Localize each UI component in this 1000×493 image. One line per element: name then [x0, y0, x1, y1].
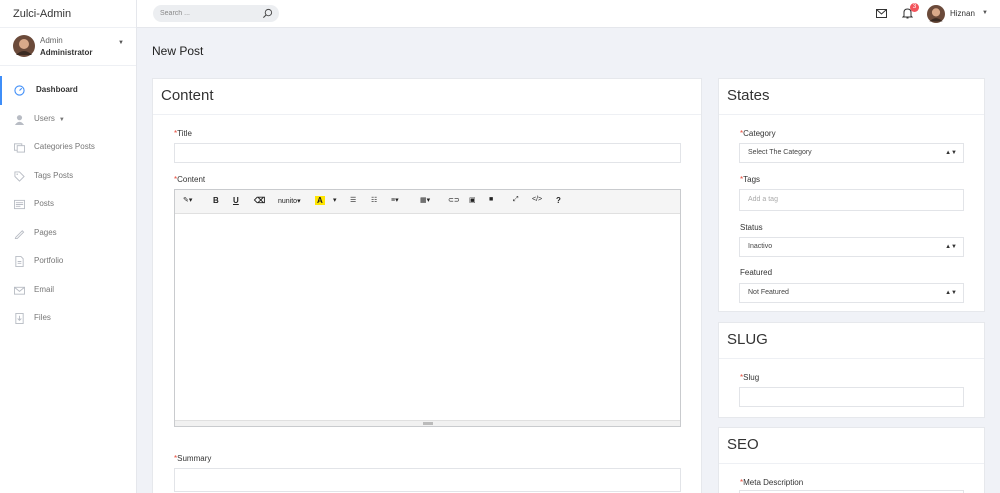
document-icon	[15, 256, 24, 267]
sidebar-item-label: Dashboard	[36, 85, 78, 94]
underline-button[interactable]: U	[233, 196, 239, 205]
search-input[interactable]	[153, 5, 258, 22]
slug-label: *Slug	[740, 373, 760, 382]
sidebar-item-email[interactable]: Email	[0, 276, 136, 305]
select-arrows-icon: ▲▼	[945, 150, 957, 156]
tag-icon	[14, 170, 25, 182]
sidebar-item-label: Email	[34, 284, 55, 294]
chevron-down-icon[interactable]: ▼	[982, 10, 988, 16]
category-select[interactable]: Select The Category ▲▼	[739, 143, 964, 163]
title-label: *Title	[174, 129, 192, 138]
posts-icon	[14, 199, 25, 210]
font-family-dropdown[interactable]: nunito▾	[278, 197, 301, 205]
sidebar-item-categories-posts[interactable]: Categories Posts	[0, 133, 136, 162]
ordered-list-icon[interactable]: ☷	[371, 196, 377, 204]
tags-input[interactable]: Add a tag	[739, 189, 964, 211]
image-icon[interactable]: ▣	[469, 196, 476, 204]
sidebar-item-label: Posts	[34, 199, 55, 208]
summary-label: *Summary	[174, 454, 212, 463]
sidebar-item-dashboard[interactable]: Dashboard	[0, 76, 136, 105]
video-icon[interactable]: ■	[489, 196, 493, 203]
sidebar-user-role: Administrator	[40, 48, 93, 57]
top-user-name[interactable]: Hiznan	[950, 9, 975, 18]
brand-logo[interactable]: Zulci-Admin	[0, 0, 136, 28]
file-icon	[15, 313, 24, 324]
resize-grip	[423, 422, 433, 425]
sidebar: Zulci-Admin Admin Administrator ▼ Dashbo…	[0, 0, 137, 493]
sidebar-user-name: Admin	[40, 36, 63, 45]
code-view-icon[interactable]: </>	[532, 196, 542, 203]
chevron-down-icon[interactable]: ▼	[118, 40, 124, 46]
sidebar-item-users[interactable]: Users ▼	[0, 105, 136, 134]
content-label: *Content	[174, 175, 206, 184]
user-icon	[14, 114, 25, 125]
fullscreen-icon[interactable]: ⤢	[513, 196, 519, 204]
meta-description-label: *Meta Description	[740, 478, 804, 487]
categories-icon	[14, 143, 25, 153]
avatar[interactable]	[13, 35, 35, 57]
highlight-color-button[interactable]: A	[315, 196, 325, 205]
avatar[interactable]	[927, 5, 945, 23]
editor-content-area[interactable]	[175, 214, 680, 420]
bullet-list-icon[interactable]: ☰	[350, 196, 356, 204]
sidebar-item-label: Pages	[34, 227, 57, 237]
title-input[interactable]	[174, 143, 681, 163]
featured-label: Featured	[740, 268, 773, 277]
search-icon[interactable]	[262, 8, 273, 19]
content-card-title: Content	[153, 79, 701, 115]
sidebar-item-files[interactable]: Files	[0, 304, 136, 333]
seo-card-title: SEO	[719, 428, 984, 464]
select-arrows-icon: ▲▼	[945, 290, 957, 296]
sidebar-item-posts[interactable]: Posts	[0, 190, 136, 219]
eraser-icon[interactable]: ⌫	[254, 196, 265, 205]
help-icon[interactable]: ?	[556, 196, 561, 205]
sidebar-nav: Dashboard Users ▼ Categories Posts Tags P…	[0, 76, 136, 333]
states-card-title: States	[719, 79, 984, 115]
tags-label: *Tags	[740, 175, 761, 184]
dashboard-icon	[14, 85, 25, 96]
magic-wand-icon[interactable]: ✎▾	[183, 196, 192, 204]
notification-badge: 3	[910, 3, 919, 12]
sidebar-item-pages[interactable]: Pages	[0, 219, 136, 248]
link-icon[interactable]: ⊂⊃	[448, 196, 460, 204]
chevron-down-icon[interactable]: ▾	[333, 196, 337, 204]
sidebar-item-label: Files	[34, 313, 51, 322]
sidebar-item-label: Users ▼	[34, 113, 65, 123]
rich-text-editor: ✎▾ B U ⌫ nunito▾ A ▾ ☰ ☷ ≡▾ ▦▾ ⊂⊃ ▣ ■ ⤢ …	[174, 189, 681, 427]
editor-resize-handle[interactable]	[175, 420, 680, 426]
sidebar-item-tags-posts[interactable]: Tags Posts	[0, 162, 136, 191]
mail-icon[interactable]	[876, 9, 887, 18]
editor-toolbar: ✎▾ B U ⌫ nunito▾ A ▾ ☰ ☷ ≡▾ ▦▾ ⊂⊃ ▣ ■ ⤢ …	[175, 190, 680, 214]
summary-input[interactable]	[174, 468, 681, 492]
sidebar-item-label: Categories Posts	[34, 142, 95, 151]
bold-button[interactable]: B	[213, 196, 219, 205]
chevron-down-icon: ▼	[58, 116, 65, 123]
search-box	[153, 5, 279, 22]
status-select[interactable]: Inactivo ▲▼	[739, 237, 964, 257]
sidebar-item-portfolio[interactable]: Portfolio	[0, 247, 136, 276]
sidebar-item-label: Tags Posts	[34, 170, 74, 180]
table-icon[interactable]: ▦▾	[420, 196, 430, 204]
slug-card-title: SLUG	[719, 323, 984, 359]
sidebar-item-label: Portfolio	[34, 256, 64, 265]
select-arrows-icon: ▲▼	[945, 244, 957, 250]
slug-input[interactable]	[739, 387, 964, 407]
mail-icon	[14, 286, 25, 295]
category-label: *Category	[740, 129, 776, 138]
topbar: 3 Hiznan ▼	[137, 0, 1000, 28]
page-title: New Post	[152, 44, 204, 58]
sidebar-user[interactable]: Admin Administrator ▼	[0, 28, 136, 66]
align-icon[interactable]: ≡▾	[391, 196, 399, 204]
status-label: Status	[740, 223, 763, 232]
pencil-icon	[14, 229, 25, 239]
featured-select[interactable]: Not Featured ▲▼	[739, 283, 964, 303]
